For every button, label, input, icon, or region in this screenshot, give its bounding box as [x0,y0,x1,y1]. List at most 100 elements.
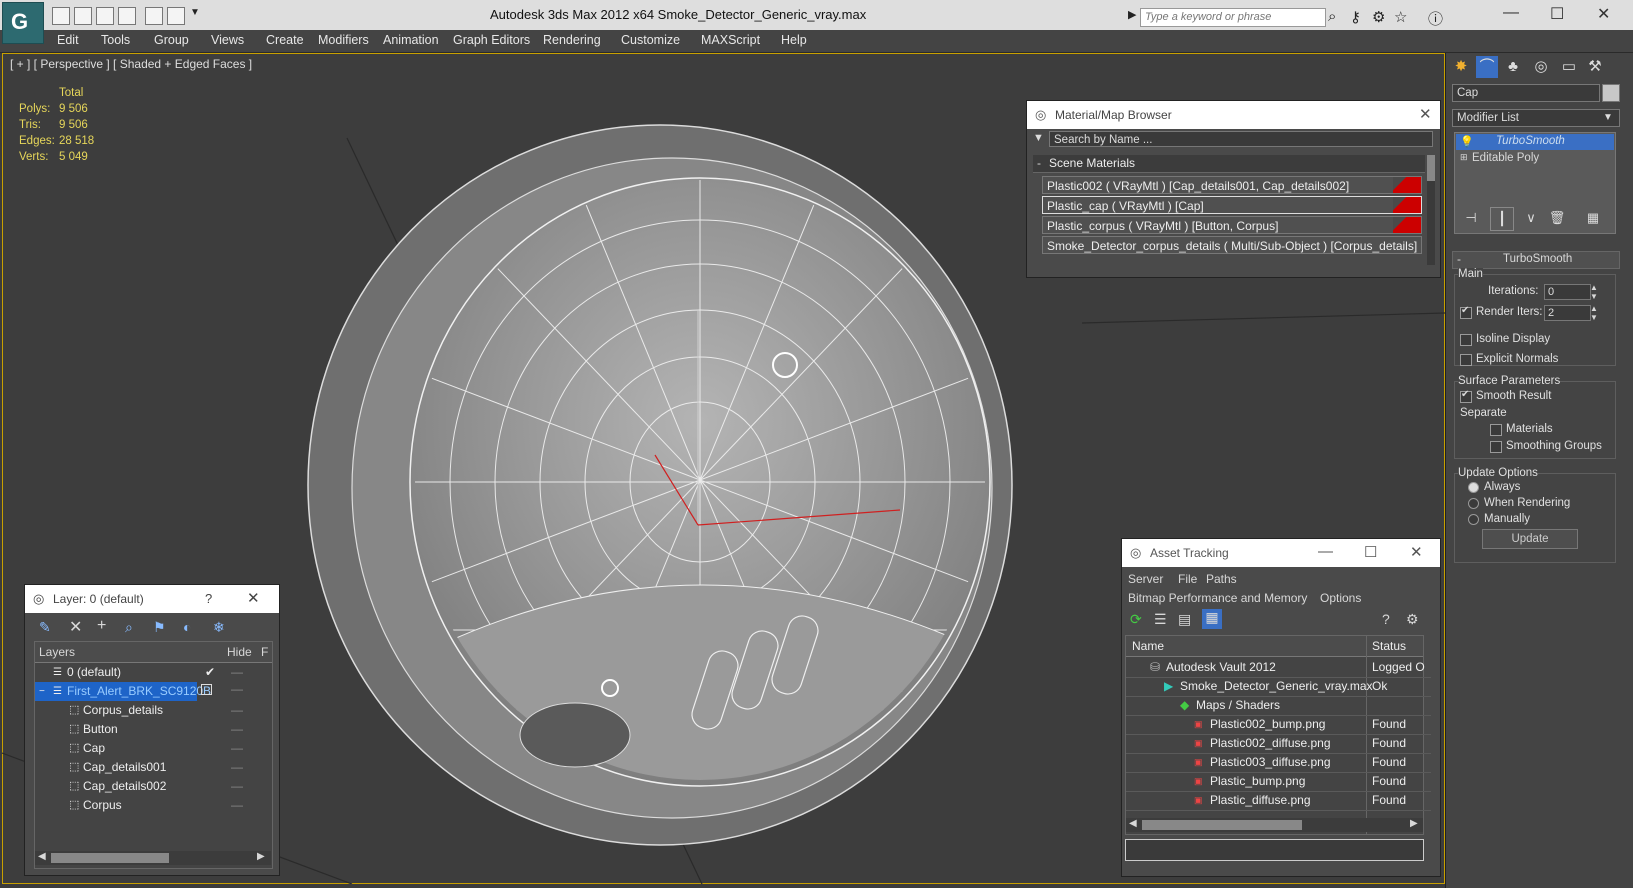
save-icon[interactable] [74,7,92,25]
materials-checkbox[interactable] [1490,424,1502,436]
select-layer-icon[interactable]: ⌕ [125,619,133,636]
asset-table[interactable]: Name Status ⛁ Autodesk Vault 2012 Logged O… [1125,635,1431,835]
rollout-toggle[interactable]: - [1457,252,1461,266]
make-unique-icon[interactable]: ∨ [1520,207,1542,229]
col-freeze[interactable]: F [261,645,268,659]
material-browser-titlebar[interactable]: ◎ Material/Map Browser ✕ [1027,101,1440,129]
settings-icon[interactable]: ⚙ [1406,611,1419,628]
material-scrollbar[interactable] [1427,155,1435,265]
rollout-header[interactable]: - TurboSmooth [1452,251,1620,269]
layer-object-row[interactable]: ⬚ Cap_details002 — [35,777,272,796]
menu-tools[interactable]: Tools [101,33,130,47]
scroll-thumb[interactable] [1142,820,1302,830]
menu-paths[interactable]: Paths [1206,572,1237,586]
asset-tracking-titlebar[interactable]: ◎ Asset Tracking — ☐ ✕ [1122,539,1440,567]
layer-object-row[interactable]: ⬚ Cap_details001 — [35,758,272,777]
material-browser-window[interactable]: ◎ Material/Map Browser ✕ ▼ Search by Nam… [1026,100,1441,278]
material-item[interactable]: Plastic_cap ( VRayMtl ) [Cap] [1042,196,1422,214]
hide-all-icon[interactable]: ◐ [183,619,191,635]
asset-path-field[interactable] [1125,839,1424,861]
collapse-icon[interactable]: − [39,682,45,701]
hide-toggle[interactable]: — [231,796,243,815]
scroll-left-icon[interactable]: ◀ [38,851,46,862]
layer-dialog-titlebar[interactable]: ◎ Layer: 0 (default) ? ✕ [25,585,279,613]
asset-row[interactable]: ▣ Plastic003_diffuse.png Found [1126,753,1431,773]
col-layers[interactable]: Layers [39,645,75,659]
scroll-right-icon[interactable]: ▶ [257,851,265,862]
asset-row[interactable]: ▶ Smoke_Detector_Generic_vray.max Ok [1126,677,1431,697]
configure-sets-icon[interactable]: ▦ [1582,207,1604,229]
layer-dialog[interactable]: ◎ Layer: 0 (default) ? ✕ ✎ ✕ + ⌕ ⚑ ◐ ❄ L… [24,584,280,876]
maximize-icon[interactable]: ☐ [1550,4,1564,24]
menu-animation[interactable]: Animation [383,33,439,47]
asset-row[interactable]: ▣ Plastic002_bump.png Found [1126,715,1431,735]
lightbulb-icon[interactable]: 💡 [1460,135,1474,148]
always-radio[interactable] [1468,482,1479,493]
stack-item-selected[interactable]: 💡 TurboSmooth [1456,134,1614,150]
asset-row[interactable]: ◆ Maps / Shaders [1126,696,1431,716]
key-icon[interactable]: ⚷ [1350,8,1361,26]
hide-toggle[interactable]: — [231,663,243,682]
asset-tracking-window[interactable]: ◎ Asset Tracking — ☐ ✕ Server File Paths… [1121,538,1441,877]
object-color-swatch[interactable] [1602,84,1620,102]
scroll-right-icon[interactable]: ▶ [1410,818,1418,829]
star-icon[interactable]: ☆ [1394,8,1407,26]
scroll-thumb[interactable] [1427,155,1435,181]
freeze-all-icon[interactable]: ❄ [213,619,225,636]
when-rendering-radio[interactable] [1468,498,1479,509]
layer-object-row[interactable]: ⬚ Button — [35,720,272,739]
close-icon[interactable]: ✕ [1410,543,1423,561]
layer-row[interactable]: ☰ 0 (default) ✔ — [35,663,272,682]
render-iters-checkbox[interactable]: ✔ [1460,305,1472,319]
new-layer-icon[interactable]: ✎ [39,619,51,636]
scroll-left-icon[interactable]: ◀ [1129,818,1137,829]
display-tab-icon[interactable]: ▭ [1558,56,1580,78]
create-tab-icon[interactable]: ✸ [1450,56,1472,78]
layer-hscrollbar[interactable]: ◀ ▶ [35,851,271,865]
vault-help-icon[interactable]: ? [1382,611,1390,627]
active-check-icon[interactable]: ✔ [205,663,215,682]
minimize-icon[interactable]: — [1318,543,1333,560]
asset-row[interactable]: ▣ Plastic002_diffuse.png Found [1126,734,1431,754]
smoke-detector-model[interactable] [300,110,1060,880]
undo-icon[interactable] [145,7,163,25]
menu-customize[interactable]: Customize [621,33,680,47]
scene-materials-group[interactable]: - Scene Materials [1033,155,1425,173]
menu-create[interactable]: Create [266,33,304,47]
spinner-arrows-icon[interactable]: ▲ ▼ [1590,283,1598,301]
asset-row[interactable]: ▣ Plastic_bump.png Found [1126,772,1431,792]
hide-toggle[interactable]: — [231,701,243,720]
menu-group[interactable]: Group [154,33,189,47]
hierarchy-tab-icon[interactable]: ♣ [1502,56,1524,78]
isoline-checkbox[interactable] [1460,334,1472,346]
expand-plus-icon[interactable]: ⊞ [1460,152,1468,163]
maximize-icon[interactable]: ☐ [1364,543,1377,561]
group-toggle[interactable]: - [1037,156,1041,170]
col-name[interactable]: Name [1132,639,1164,653]
hide-toggle[interactable]: — [231,777,243,796]
menu-help[interactable]: Help [781,33,807,47]
material-item[interactable]: Plastic_corpus ( VRayMtl ) [Button, Corp… [1042,216,1422,234]
expand-arrow-icon[interactable]: ▶ [1128,8,1136,21]
menu-file[interactable]: File [1178,572,1197,586]
layer-object-row[interactable]: ⬚ Corpus_details — [35,701,272,720]
hide-toggle[interactable]: — [231,720,243,739]
open-icon[interactable] [52,7,70,25]
smoothing-groups-checkbox[interactable] [1490,441,1502,453]
menu-modifiers[interactable]: Modifiers [318,33,369,47]
col-hide[interactable]: Hide [227,645,252,659]
object-name-input[interactable]: Cap [1452,84,1600,102]
layer-object-row[interactable]: ⬚ Corpus — [35,796,272,815]
highlight-layer-icon[interactable]: ⚑ [153,619,166,636]
table-view-icon[interactable]: ▦ [1202,609,1222,629]
render-iters-spinner[interactable]: 2 [1544,305,1591,321]
menu-edit[interactable]: Edit [57,33,79,47]
delete-layer-icon[interactable]: ✕ [69,617,82,637]
menu-rendering[interactable]: Rendering [543,33,601,47]
col-status[interactable]: Status [1372,639,1406,653]
hold-icon[interactable] [118,7,136,25]
binoculars-icon[interactable]: ⌕ [1328,8,1336,25]
close-icon[interactable]: ✕ [1419,105,1432,123]
menu-options[interactable]: Options [1320,591,1361,605]
viewport-label[interactable]: [ + ] [ Perspective ] [ Shaded + Edged F… [10,57,252,71]
